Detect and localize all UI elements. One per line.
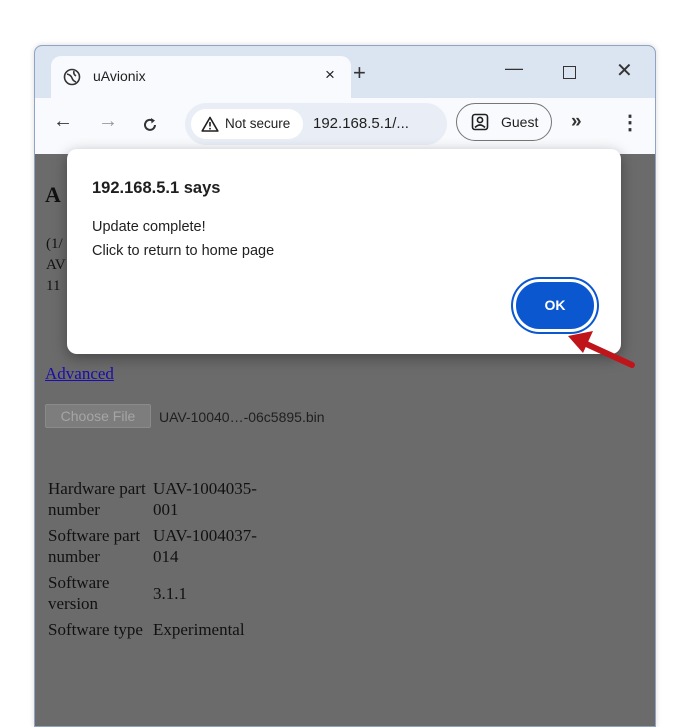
address-bar[interactable]: Not secure 192.168.5.1/... [185,103,447,145]
page-text-fragment: AV [46,257,66,273]
selected-file-name: UAV-10040…-06c5895.bin [159,409,325,425]
profile-button[interactable]: Guest [456,103,552,141]
table-row: Software version 3.1.1 [45,570,278,617]
close-tab-icon[interactable]: × [325,65,335,85]
page-heading: A [45,182,61,207]
browser-window: uAvionix × + — ✕ ← → Not secure 192.168.… [34,45,656,727]
advanced-link[interactable]: Advanced [45,364,114,384]
page-text-fragment: (1/ [46,236,63,252]
info-value: UAV-1004035-001 [153,479,257,519]
security-chip[interactable]: Not secure [191,109,303,139]
window-close-button[interactable]: ✕ [616,58,633,83]
profile-icon [471,113,489,136]
browser-tab[interactable]: uAvionix × [51,56,351,98]
info-label: Software part number [48,526,141,566]
forward-arrow-icon[interactable]: → [98,110,118,133]
minimize-button[interactable]: — [505,58,523,79]
table-row: Software type Experimental [45,617,278,643]
tab-strip: uAvionix × + — ✕ [35,46,655,98]
globe-icon [63,68,81,91]
page-text-fragment: 11 [46,278,61,294]
menu-dots-icon[interactable]: ⋮ [620,110,640,135]
dialog-message-line: Update complete! [92,219,206,235]
back-arrow-icon[interactable]: ← [53,110,73,133]
info-value: 3.1.1 [153,583,187,603]
url-text[interactable]: 192.168.5.1/... [313,115,409,132]
info-label: Software type [48,620,143,639]
dialog-title: 192.168.5.1 says [92,179,221,197]
info-value: UAV-1004037-014 [153,526,257,566]
alert-dialog: 192.168.5.1 says Update complete! Click … [67,149,621,354]
ok-button[interactable]: OK [516,282,594,329]
version-info-table: Hardware part number UAV-1004035-001 Sof… [45,476,278,643]
choose-file-button[interactable]: Choose File [45,404,151,428]
reload-icon[interactable] [141,116,159,139]
table-row: Software part number UAV-1004037-014 [45,523,278,570]
info-label: Hardware part number [48,479,146,519]
warning-icon [201,116,219,137]
info-label: Software version [48,573,110,613]
extensions-more-button[interactable]: » [571,111,582,133]
dialog-message-line: Click to return to home page [92,243,275,259]
annotation-arrow-icon [568,331,635,368]
new-tab-button[interactable]: + [353,60,366,86]
profile-label: Guest [501,114,539,130]
security-label: Not secure [225,116,291,131]
maximize-button[interactable] [563,66,576,79]
table-row: Hardware part number UAV-1004035-001 [45,476,278,523]
tab-title: uAvionix [93,68,146,84]
info-value: Experimental [153,620,245,639]
browser-toolbar: ← → Not secure 192.168.5.1/... Guest » ⋮ [35,98,655,154]
